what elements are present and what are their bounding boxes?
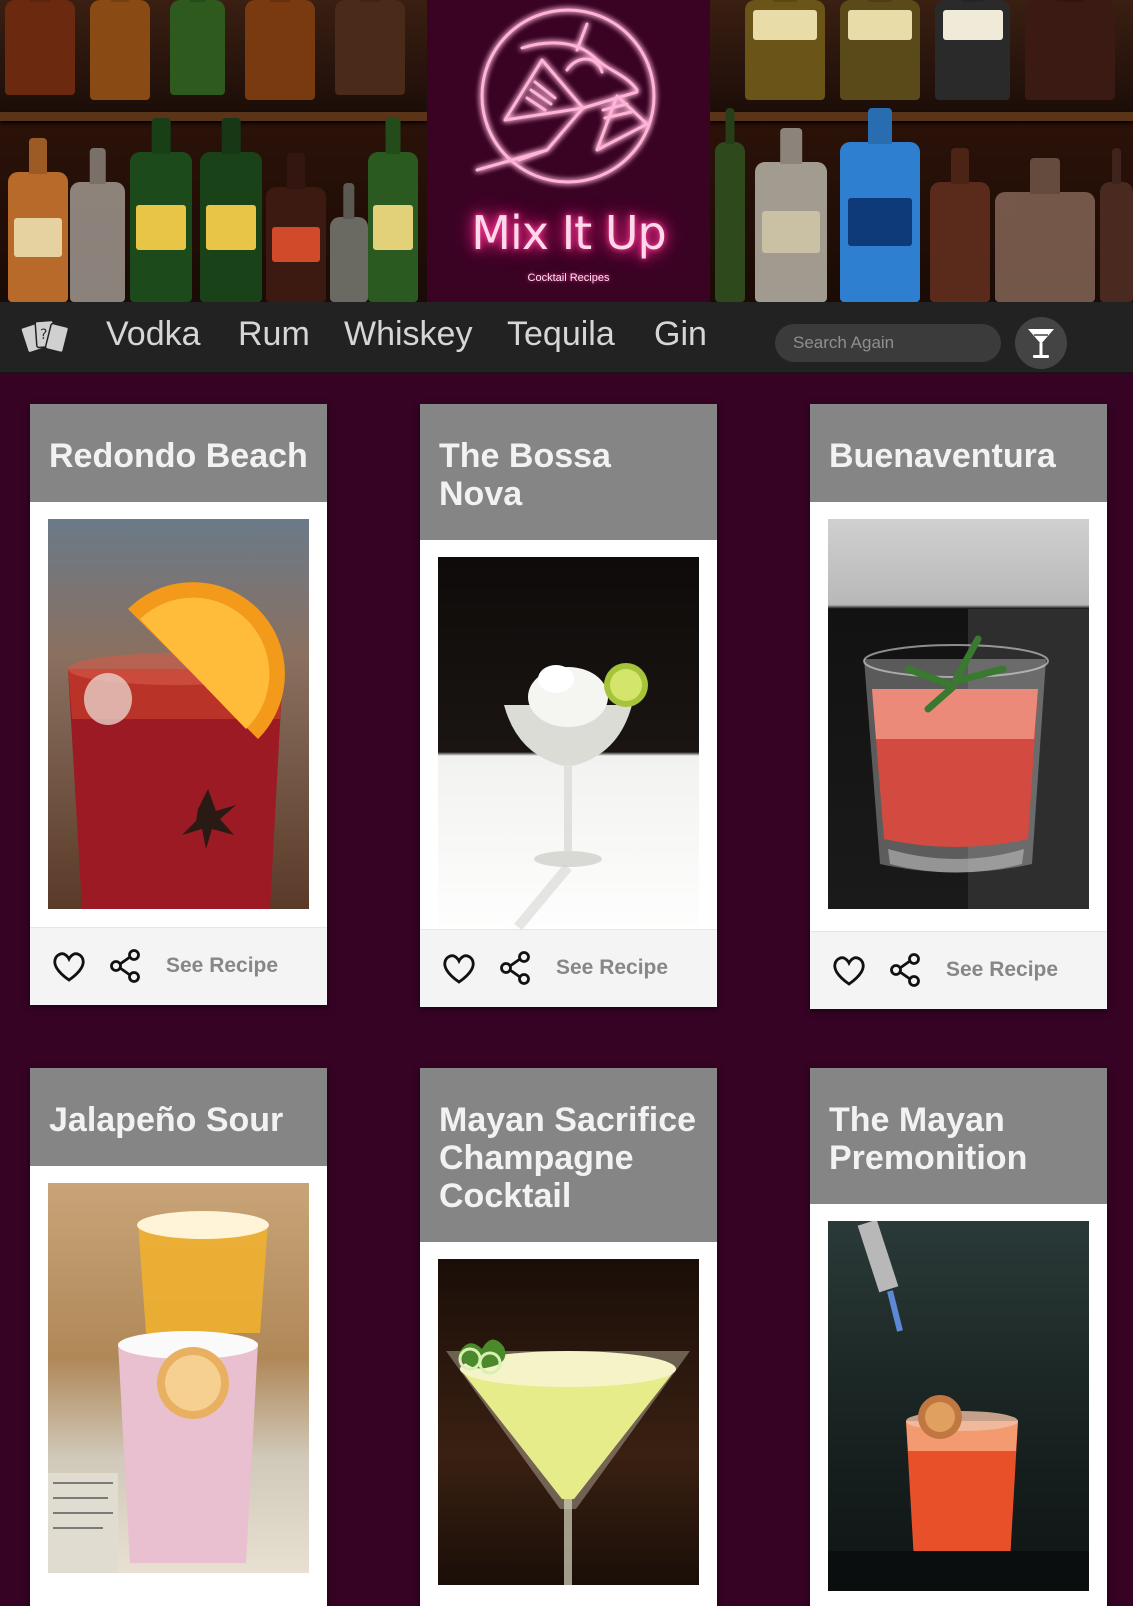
bar-shelf-photo-right: [710, 0, 1133, 302]
card-title: Redondo Beach: [30, 404, 327, 502]
hero-banner: Mix It Up Cocktail Recipes: [0, 0, 1133, 302]
bar-shelf-photo-left: [0, 0, 427, 302]
search-input[interactable]: [775, 324, 1001, 362]
nav-link-rum[interactable]: Rum: [238, 314, 310, 354]
nav-link-vodka[interactable]: Vodka: [106, 314, 201, 354]
brand-subtitle: Cocktail Recipes: [527, 272, 610, 284]
see-recipe-link[interactable]: See Recipe: [946, 958, 1058, 982]
cocktail-photo[interactable]: [828, 519, 1089, 909]
share-icon[interactable]: [498, 950, 532, 986]
brand-logo: Mix It Up Cocktail Recipes: [427, 0, 710, 302]
top-navbar: ? Vodka Rum Whiskey Tequila Gin: [0, 302, 1133, 374]
cocktail-card: Mayan Sacrifice Champagne Cocktail: [420, 1068, 717, 1606]
card-actions: See Recipe: [420, 929, 717, 1007]
nav-link-whiskey[interactable]: Whiskey: [344, 314, 472, 354]
brand-title: Mix It Up: [471, 206, 666, 260]
cocktail-photo[interactable]: [438, 557, 699, 947]
cards-logo-icon[interactable]: ?: [20, 311, 72, 363]
card-title: Mayan Sacrifice Champagne Cocktail: [420, 1068, 717, 1242]
card-actions: See Recipe: [810, 931, 1107, 1009]
favorite-heart-icon[interactable]: [832, 955, 866, 987]
svg-text:?: ?: [40, 327, 47, 343]
share-icon[interactable]: [888, 952, 922, 988]
favorite-heart-icon[interactable]: [52, 951, 86, 983]
card-title: Buenaventura: [810, 404, 1107, 502]
share-icon[interactable]: [108, 948, 142, 984]
see-recipe-link[interactable]: See Recipe: [556, 956, 668, 980]
nav-link-gin[interactable]: Gin: [654, 314, 707, 354]
card-title: The Mayan Premonition: [810, 1068, 1107, 1204]
cocktail-card: Redondo Beach See Recipe: [30, 404, 327, 1005]
cocktail-card: Jalapeño Sour: [30, 1068, 327, 1606]
see-recipe-link[interactable]: See Recipe: [166, 954, 278, 978]
search-button[interactable]: [1015, 317, 1067, 369]
card-title: Jalapeño Sour: [30, 1068, 327, 1166]
card-title: The Bossa Nova: [420, 404, 717, 540]
cocktail-photo[interactable]: [48, 519, 309, 909]
cocktail-photo[interactable]: [438, 1259, 699, 1585]
cocktail-photo[interactable]: [48, 1183, 309, 1573]
cocktail-card: The Bossa Nova See Recipe: [420, 404, 717, 1007]
nav-link-tequila[interactable]: Tequila: [507, 314, 615, 354]
card-actions: See Recipe: [30, 927, 327, 1005]
cocktail-card: The Mayan Premonition: [810, 1068, 1107, 1606]
favorite-heart-icon[interactable]: [442, 953, 476, 985]
cocktail-photo[interactable]: [828, 1221, 1089, 1591]
cocktail-card: Buenaventura See Recipe: [810, 404, 1107, 1009]
martini-glass-icon: [1028, 329, 1054, 358]
